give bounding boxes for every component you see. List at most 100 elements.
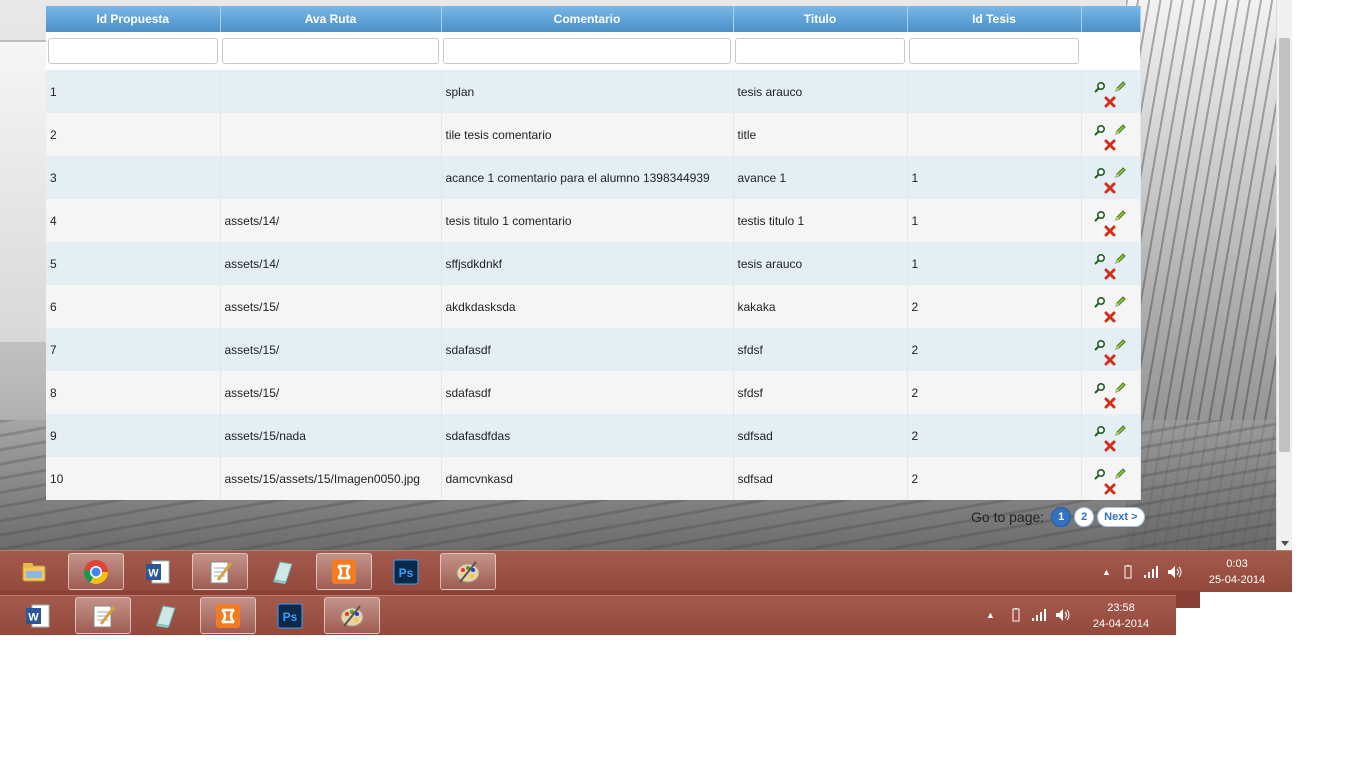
power-icon[interactable]	[1009, 608, 1023, 622]
filter-ava-ruta-input[interactable]	[222, 38, 439, 64]
magnifier-icon[interactable]	[1093, 210, 1106, 222]
cell-actions	[1081, 199, 1141, 242]
volume-icon[interactable]	[1167, 565, 1183, 579]
cell-titulo: sfdsf	[733, 328, 908, 371]
notebook-icon	[273, 560, 293, 584]
magnifier-icon[interactable]	[1093, 253, 1106, 265]
delete-x-icon[interactable]	[1104, 96, 1116, 108]
magnifier-icon[interactable]	[1093, 382, 1106, 394]
delete-x-icon[interactable]	[1104, 483, 1116, 495]
taskbar-paint-button[interactable]	[440, 553, 496, 590]
pencil-icon[interactable]	[1114, 81, 1126, 93]
filter-id-tesis-input[interactable]	[909, 38, 1079, 64]
magnifier-icon[interactable]	[1093, 167, 1106, 179]
pencil-icon[interactable]	[1114, 296, 1126, 308]
next-page-button[interactable]: Next >	[1097, 507, 1145, 527]
pencil-icon[interactable]	[1114, 468, 1126, 480]
magnifier-icon[interactable]	[1093, 468, 1106, 480]
scrollbar-thumb[interactable]	[1279, 38, 1290, 452]
svg-text:W: W	[148, 567, 159, 579]
taskbar-photoshop-button[interactable]: Ps	[378, 553, 434, 590]
delete-x-icon[interactable]	[1104, 225, 1116, 237]
pencil-icon[interactable]	[1114, 124, 1126, 136]
table-row[interactable]: 6 assets/15/akdkdasksda kakaka 2	[46, 285, 1141, 328]
delete-x-icon[interactable]	[1104, 397, 1116, 409]
filter-titulo-input[interactable]	[735, 38, 905, 64]
taskbar2-notebook-button[interactable]	[137, 597, 193, 634]
cell-id-propuesta: 9	[46, 414, 221, 457]
taskbar2-xampp-button[interactable]	[200, 597, 256, 634]
taskbar2-paint-button[interactable]	[324, 597, 380, 634]
table-row[interactable]: 1 splan tesis arauco	[46, 70, 1141, 113]
pencil-icon[interactable]	[1114, 425, 1126, 437]
pager: Go to page: 1 2 Next >	[971, 505, 1145, 529]
taskbar2-word-button[interactable]: W	[10, 597, 66, 634]
taskbar2-photoshop-button[interactable]: Ps	[262, 597, 318, 634]
column-header-comentario[interactable]: Comentario	[441, 6, 734, 32]
network-signal-icon[interactable]	[1031, 608, 1047, 622]
magnifier-icon[interactable]	[1093, 81, 1106, 93]
table-row[interactable]: 10 assets/15/assets/15/Imagen0050.jpg damc…	[46, 457, 1141, 500]
magnifier-icon[interactable]	[1093, 124, 1106, 136]
delete-x-icon[interactable]	[1104, 354, 1116, 366]
cell-id-propuesta: 10	[46, 457, 221, 500]
vertical-scrollbar[interactable]	[1276, 0, 1292, 550]
network-signal-icon[interactable]	[1143, 565, 1159, 579]
cell-id-propuesta: 5	[46, 242, 221, 285]
clock-top[interactable]: 0:03 25-04-2014	[1196, 556, 1278, 588]
magnifier-icon[interactable]	[1093, 339, 1106, 351]
clock-time-top: 0:03	[1226, 558, 1248, 570]
delete-x-icon[interactable]	[1104, 268, 1116, 280]
cell-actions	[1081, 156, 1141, 199]
taskbar-xampp-button[interactable]	[316, 553, 372, 590]
pencil-icon[interactable]	[1114, 210, 1126, 222]
column-header-id-propuesta[interactable]: Id Propuesta	[46, 6, 221, 32]
scroll-down-arrow-icon[interactable]	[1281, 541, 1289, 546]
column-header-ava-ruta[interactable]: Ava Ruta	[220, 6, 442, 32]
cell-id-tesis: 1	[907, 242, 1082, 285]
cell-titulo: title	[733, 113, 908, 156]
taskbar-notepad-button[interactable]	[192, 553, 248, 590]
taskbar-explorer-button[interactable]	[6, 553, 62, 590]
cell-id-tesis: 2	[907, 285, 1082, 328]
table-row[interactable]: 2 tile tesis comentario title	[46, 113, 1141, 156]
page-1-button[interactable]: 1	[1051, 507, 1072, 527]
clock-bottom[interactable]: 23:58 24-04-2014	[1080, 600, 1162, 632]
tray-expand-icon[interactable]: ▲	[1102, 567, 1111, 577]
volume-icon[interactable]	[1055, 608, 1071, 622]
table-row[interactable]: 4 assets/14/tesis titulo 1 comentario test…	[46, 199, 1141, 242]
cell-titulo: sfdsf	[733, 371, 908, 414]
pencil-icon[interactable]	[1114, 253, 1126, 265]
delete-x-icon[interactable]	[1104, 182, 1116, 194]
filter-comentario-input[interactable]	[443, 38, 731, 64]
pencil-icon[interactable]	[1114, 339, 1126, 351]
column-header-titulo[interactable]: Titulo	[733, 6, 908, 32]
pencil-icon[interactable]	[1114, 167, 1126, 179]
table-row[interactable]: 3 acance 1 comentario para el alumno 1398…	[46, 156, 1141, 199]
delete-x-icon[interactable]	[1104, 311, 1116, 323]
table-row[interactable]: 9 assets/15/nada sdafasdfdas sdfsad 2	[46, 414, 1141, 457]
table-row[interactable]: 5 assets/14/sffjsdkdnkf tesis arauco 1	[46, 242, 1141, 285]
taskbar-notebook-button[interactable]	[254, 553, 310, 590]
delete-x-icon[interactable]	[1104, 440, 1116, 452]
cell-comentario: sdafasdf	[441, 328, 734, 371]
taskbar2-notepad-button[interactable]	[75, 597, 131, 634]
taskbar-word-button[interactable]: W	[130, 553, 186, 590]
pencil-icon[interactable]	[1114, 382, 1126, 394]
column-header-id-tesis[interactable]: Id Tesis	[907, 6, 1082, 32]
magnifier-icon[interactable]	[1093, 425, 1106, 437]
table-row[interactable]: 7 assets/15/sdafasdf sfdsf 2	[46, 328, 1141, 371]
table-row[interactable]: 8 assets/15/sdafasdf sfdsf 2	[46, 371, 1141, 414]
taskbar-chrome-button[interactable]	[68, 553, 124, 590]
filter-id-propuesta-input[interactable]	[48, 38, 218, 64]
paint-icon	[456, 560, 480, 583]
power-icon[interactable]	[1121, 565, 1135, 579]
delete-x-icon[interactable]	[1104, 139, 1116, 151]
cell-comentario: tesis titulo 1 comentario	[441, 199, 734, 242]
magnifier-icon[interactable]	[1093, 296, 1106, 308]
system-tray-bottom: ▲	[986, 608, 1071, 622]
row-actions	[1086, 199, 1136, 242]
page-2-button[interactable]: 2	[1074, 507, 1095, 527]
cell-id-tesis: 2	[907, 414, 1082, 457]
tray-expand-icon[interactable]: ▲	[986, 610, 995, 620]
